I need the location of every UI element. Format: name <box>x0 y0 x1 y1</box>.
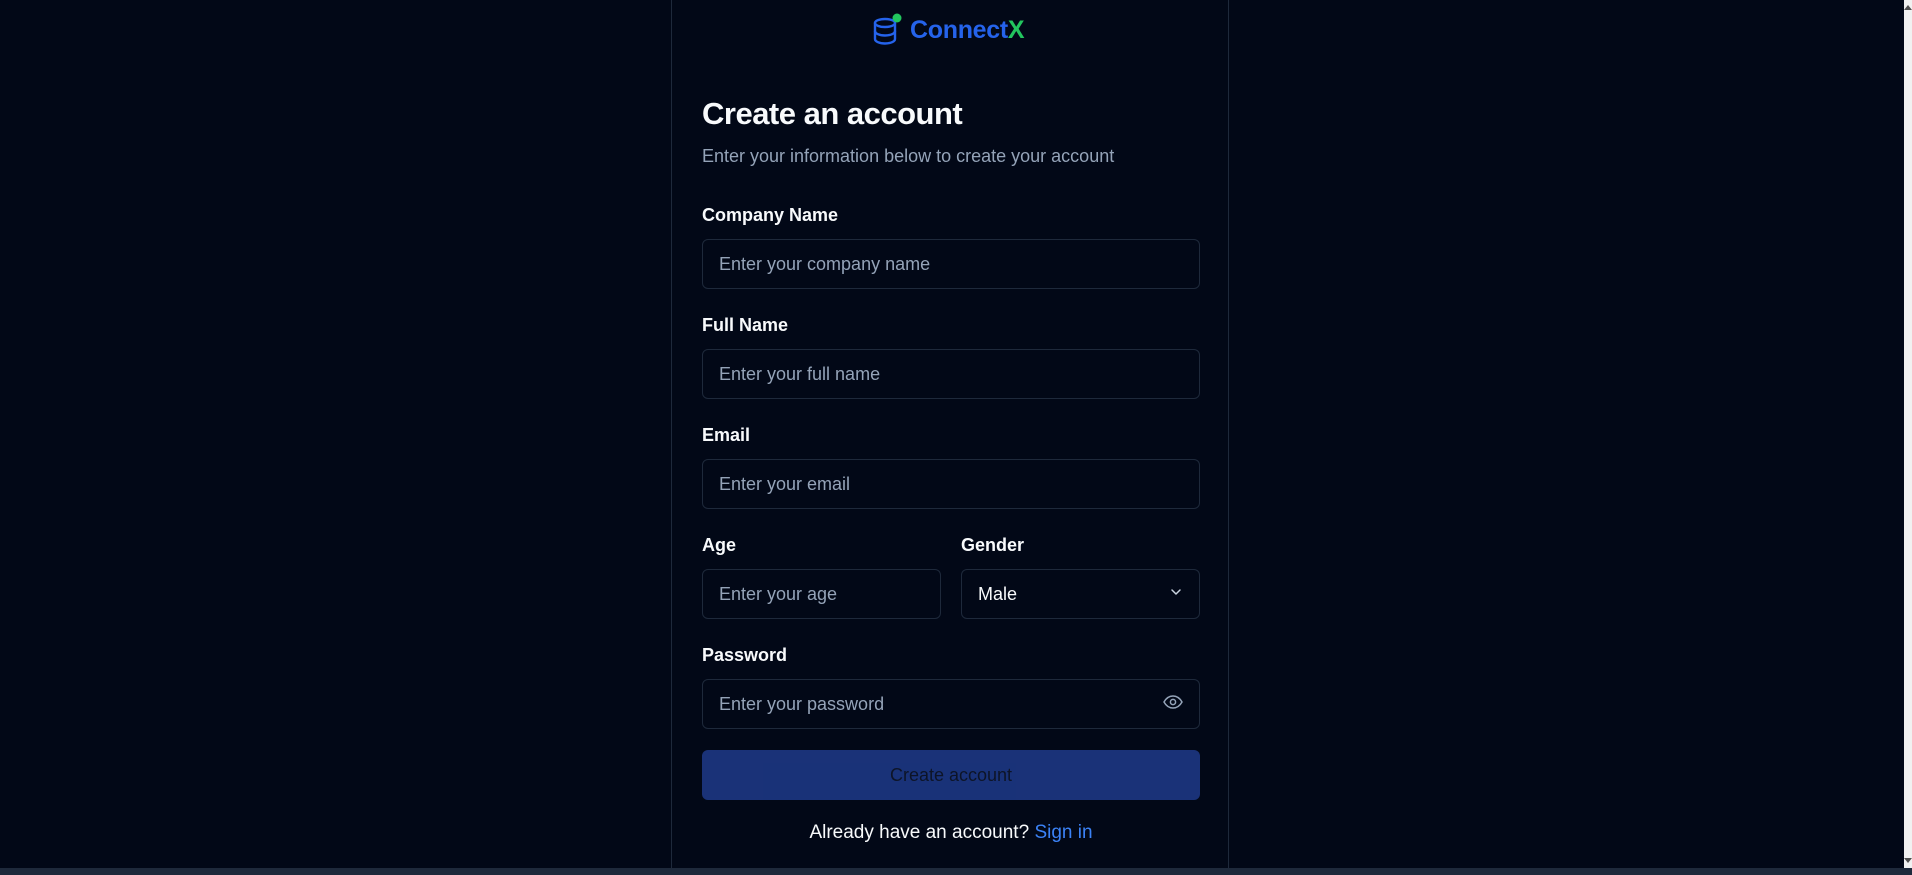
age-field[interactable] <box>702 569 951 619</box>
sign-in-prompt-text: Already have an account? <box>809 822 1030 843</box>
scroll-down-icon[interactable] <box>1904 856 1912 866</box>
horizontal-scrollbar[interactable] <box>0 868 1912 875</box>
company-name-label: Company Name <box>702 205 839 225</box>
email-label: Email <box>702 425 751 445</box>
gender-label: Gender <box>961 535 1025 555</box>
eye-icon[interactable] <box>1163 694 1183 714</box>
age-input[interactable] <box>719 583 951 605</box>
password-label: Password <box>702 645 788 665</box>
full-name-field[interactable] <box>702 349 1200 399</box>
password-input[interactable] <box>719 693 1163 715</box>
scroll-up-icon[interactable] <box>1904 2 1912 12</box>
database-icon <box>872 13 902 47</box>
full-name-input[interactable] <box>719 363 1183 385</box>
brand-logo[interactable]: ConnectX <box>872 10 1025 50</box>
chevron-down-icon <box>1169 585 1183 604</box>
sign-in-prompt: Already have an account? Sign in <box>702 822 1200 844</box>
email-field[interactable] <box>702 459 1200 509</box>
page-subtitle: Enter your information below to create y… <box>702 146 1115 166</box>
age-label: Age <box>702 535 737 555</box>
email-input[interactable] <box>719 473 1183 495</box>
gender-select[interactable]: Male <box>961 569 1200 619</box>
gender-select-value: Male <box>978 583 1018 604</box>
full-name-label: Full Name <box>702 315 789 335</box>
brand-name: ConnectX <box>910 15 1025 44</box>
password-field[interactable] <box>702 679 1200 729</box>
vertical-scrollbar[interactable] <box>1904 0 1912 868</box>
company-name-input[interactable] <box>719 253 1183 275</box>
create-account-button[interactable]: Create account <box>702 750 1200 800</box>
signup-page: ConnectX Create an account Enter your in… <box>0 0 1912 875</box>
sign-in-link[interactable]: Sign in <box>1034 822 1092 843</box>
company-name-field[interactable] <box>702 239 1200 289</box>
page-title: Create an account <box>702 96 963 131</box>
